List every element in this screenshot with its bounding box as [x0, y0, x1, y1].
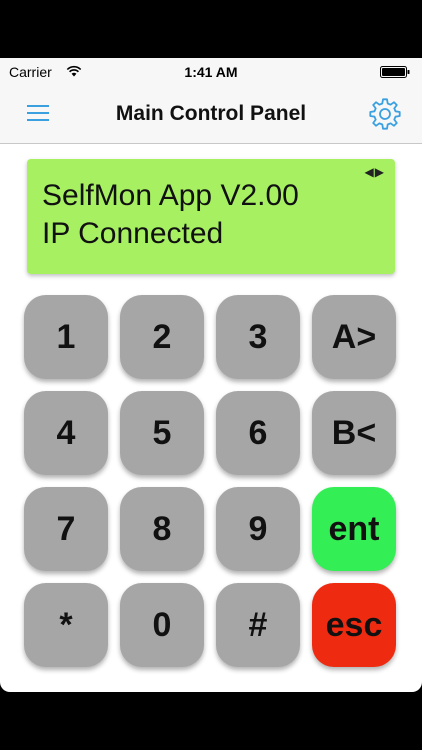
lcd-display: SelfMon App V2.00 IP Connected ◀▶ [27, 159, 395, 274]
battery-icon [380, 66, 410, 78]
display-line-2: IP Connected [42, 217, 224, 250]
key-b-prev[interactable]: B< [312, 391, 396, 475]
key-5[interactable]: 5 [120, 391, 204, 475]
status-time: 1:41 AM [184, 64, 238, 80]
navigation-bar: Main Control Panel [0, 86, 422, 144]
key-7[interactable]: 7 [24, 487, 108, 571]
scroll-arrows-icon[interactable]: ◀▶ [365, 165, 385, 179]
key-1[interactable]: 1 [24, 295, 108, 379]
gear-icon[interactable] [368, 97, 402, 131]
escape-button[interactable]: esc [312, 583, 396, 667]
status-bar: Carrier 1:41 AM [0, 58, 422, 86]
keypad: 1 2 3 A> 4 5 6 B< 7 8 9 ent * 0 # esc [24, 295, 400, 681]
key-9[interactable]: 9 [216, 487, 300, 571]
page-title: Main Control Panel [115, 102, 307, 125]
key-0[interactable]: 0 [120, 583, 204, 667]
key-4[interactable]: 4 [24, 391, 108, 475]
display-line-1: SelfMon App V2.00 [42, 179, 299, 212]
key-6[interactable]: 6 [216, 391, 300, 475]
key-star[interactable]: * [24, 583, 108, 667]
enter-button[interactable]: ent [312, 487, 396, 571]
key-8[interactable]: 8 [120, 487, 204, 571]
key-2[interactable]: 2 [120, 295, 204, 379]
key-a-next[interactable]: A> [312, 295, 396, 379]
app-screen: Carrier 1:41 AM Main Control Panel SelfM… [0, 58, 422, 692]
key-3[interactable]: 3 [216, 295, 300, 379]
key-hash[interactable]: # [216, 583, 300, 667]
